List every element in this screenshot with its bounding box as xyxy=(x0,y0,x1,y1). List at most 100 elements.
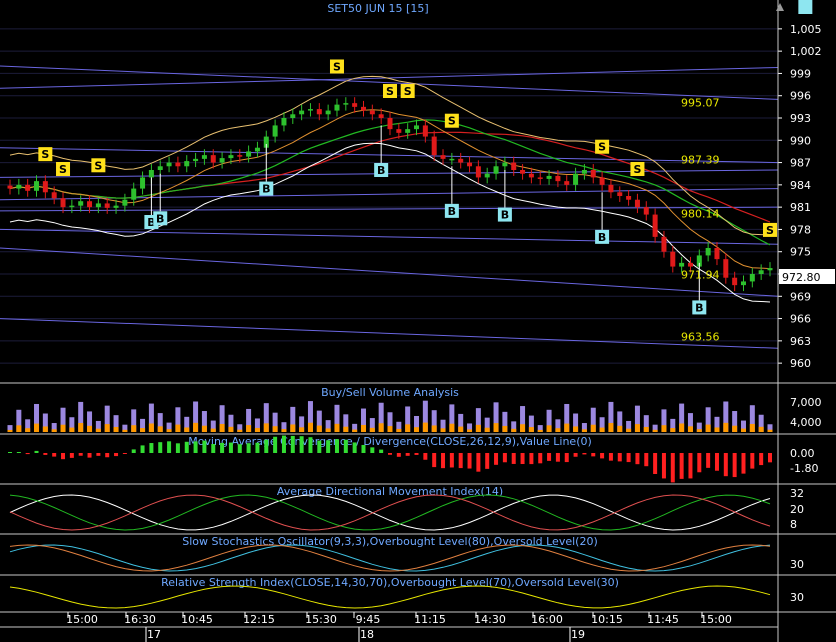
candle-body xyxy=(405,129,411,133)
volume-bar-buy xyxy=(740,428,746,432)
macd-histogram-bar xyxy=(679,453,684,479)
candle-body xyxy=(360,106,366,111)
y-tick-label: 960 xyxy=(790,357,811,370)
volume-bar-buy xyxy=(307,422,313,432)
candle-body xyxy=(113,205,119,208)
candle-body xyxy=(140,177,146,189)
candle-body xyxy=(581,170,587,174)
y-tick-label: 987 xyxy=(790,157,811,170)
macd-histogram-bar xyxy=(502,453,507,463)
volume-bar-buy xyxy=(148,423,154,432)
candle-body xyxy=(87,201,93,208)
buy-signal-label: B xyxy=(262,183,270,196)
volume-bar-buy xyxy=(511,428,517,432)
macd-histogram-bar xyxy=(105,453,110,458)
macd-histogram-bar xyxy=(485,453,490,469)
y-tick-label: 1,002 xyxy=(790,45,822,58)
macd-histogram-bar xyxy=(290,435,295,453)
volume-bar-buy xyxy=(696,429,702,432)
macd-histogram-bar xyxy=(379,449,384,453)
volume-bar-buy xyxy=(643,426,649,432)
candle-body xyxy=(210,155,216,163)
volume-bar-buy xyxy=(546,425,552,432)
volume-bar-buy xyxy=(581,429,587,432)
volume-bar-buy xyxy=(219,423,225,432)
price-annotation: 987.39 xyxy=(681,154,720,167)
buy-signal-label: B xyxy=(598,231,606,244)
candle-body xyxy=(219,158,225,163)
panel-title: Slow Stochastics Oscillator(9,3,3),Overb… xyxy=(182,535,598,548)
volume-bar-buy xyxy=(502,425,508,432)
volume-bar-buy xyxy=(422,422,428,432)
panel-y-tick-label: 7,000 xyxy=(790,396,822,409)
macd-histogram-bar xyxy=(61,453,66,460)
macd-histogram-bar xyxy=(220,442,225,453)
candle-body xyxy=(749,274,755,282)
volume-bar-buy xyxy=(360,424,366,432)
volume-bar-buy xyxy=(670,428,676,432)
macd-histogram-bar xyxy=(547,453,552,461)
macd-histogram-bar xyxy=(388,453,392,455)
macd-histogram-bar xyxy=(582,453,587,455)
macd-histogram-bar xyxy=(688,453,693,479)
volume-bar-buy xyxy=(590,424,596,432)
macd-histogram-bar xyxy=(653,453,658,474)
macd-histogram-bar xyxy=(476,453,481,472)
macd-histogram-bar xyxy=(635,453,640,465)
volume-bar-buy xyxy=(528,427,534,432)
sell-signal-label: S xyxy=(41,148,49,161)
volume-bar-buy xyxy=(316,425,322,432)
volume-bar-buy xyxy=(343,426,349,432)
volume-bar-buy xyxy=(78,422,84,432)
macd-histogram-bar xyxy=(122,453,127,454)
macd-histogram-bar xyxy=(175,443,180,453)
macd-histogram-bar xyxy=(131,449,136,453)
panel-y-tick-label: 32 xyxy=(790,487,804,500)
candle-body xyxy=(228,155,234,159)
candle-body xyxy=(104,203,110,208)
macd-histogram-bar xyxy=(334,439,339,453)
volume-bar-buy xyxy=(228,426,234,432)
macd-histogram-bar xyxy=(591,453,596,457)
day-tick-label: 17 xyxy=(147,628,161,641)
macd-histogram-bar xyxy=(697,453,702,473)
macd-histogram-bar xyxy=(370,447,375,453)
volume-bar-buy xyxy=(758,426,764,432)
macd-histogram-bar xyxy=(25,453,30,455)
panel-y-tick-label: 30 xyxy=(790,558,804,571)
volume-bar-buy xyxy=(254,427,260,432)
macd-histogram-bar xyxy=(149,443,154,453)
macd-histogram-bar xyxy=(299,436,304,453)
macd-histogram-bar xyxy=(96,453,101,456)
volume-bar-buy xyxy=(210,428,216,432)
candle-body xyxy=(537,177,543,179)
volume-bar-buy xyxy=(467,429,473,432)
candle-body xyxy=(95,203,101,208)
volume-bar-buy xyxy=(113,426,119,432)
volume-bar-buy xyxy=(520,424,526,432)
time-tick-label: 10:45 xyxy=(181,613,213,626)
macd-histogram-bar xyxy=(317,440,322,453)
volume-bar-buy xyxy=(679,423,685,432)
macd-histogram-bar xyxy=(441,453,446,469)
macd-histogram-bar xyxy=(43,453,48,455)
sell-signal-label: S xyxy=(59,163,67,176)
macd-histogram-bar xyxy=(741,453,746,474)
volume-bar-buy xyxy=(175,424,181,432)
macd-histogram-bar xyxy=(759,453,764,466)
candle-body xyxy=(440,155,446,159)
y-tick-label: 969 xyxy=(790,290,811,303)
candle-body xyxy=(767,268,773,271)
volume-bar-buy xyxy=(749,423,755,432)
candle-body xyxy=(643,207,649,215)
volume-bar-buy xyxy=(60,424,66,432)
volume-bar-buy xyxy=(387,426,393,432)
sell-signal-label: S xyxy=(404,85,412,98)
macd-histogram-bar xyxy=(352,442,357,453)
macd-histogram-bar xyxy=(494,453,499,465)
time-tick-label: 16:00 xyxy=(531,613,563,626)
chart-title: SET50 JUN 15 [15] xyxy=(327,2,428,15)
macd-histogram-bar xyxy=(564,453,569,463)
macd-histogram-bar xyxy=(361,444,366,453)
candle-body xyxy=(617,192,623,196)
